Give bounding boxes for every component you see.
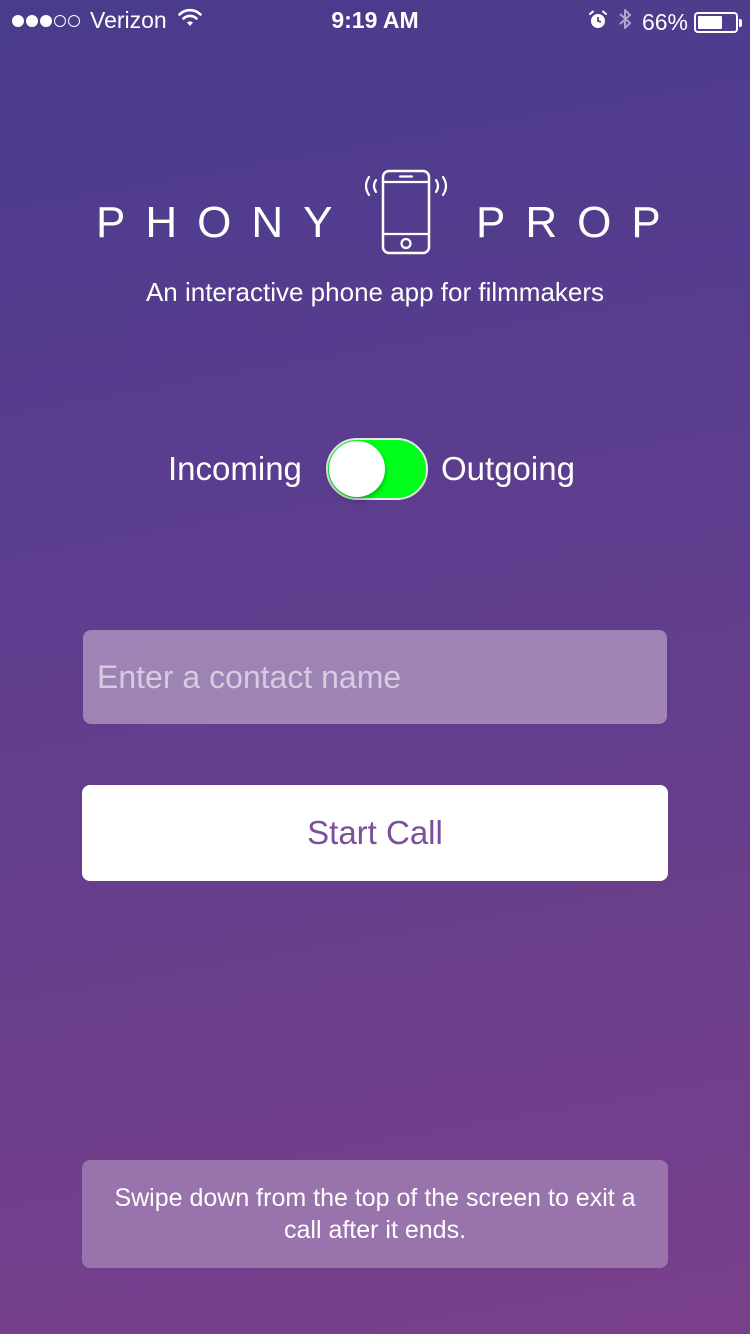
logo-text-left: PHONY [96, 198, 353, 247]
app-logo: PHONY PROP [0, 168, 750, 258]
call-direction-toggle-row: Incoming Outgoing [0, 436, 750, 500]
phone-vibrating-icon [360, 168, 452, 263]
battery-fill [698, 15, 722, 29]
contact-name-input[interactable] [83, 630, 667, 724]
logo-text-right: PROP [476, 198, 681, 247]
status-right: 66% [588, 7, 742, 37]
start-call-button[interactable]: Start Call [82, 785, 668, 881]
hint-text: Swipe down from the top of the screen to… [114, 1184, 636, 1244]
outgoing-label: Outgoing [441, 450, 575, 487]
exit-call-hint: Swipe down from the top of the screen to… [82, 1160, 668, 1268]
toggle-knob[interactable] [329, 441, 385, 497]
tagline: An interactive phone app for filmmakers [145, 277, 605, 307]
alarm-icon [588, 9, 608, 36]
status-bar: Verizon 9:19 AM 66% [0, 0, 750, 40]
battery-percent: 66% [641, 8, 688, 35]
incoming-label: Incoming [168, 450, 302, 487]
bluetooth-icon [618, 7, 632, 37]
call-direction-toggle[interactable] [326, 438, 428, 500]
battery-icon [694, 11, 742, 33]
battery-cap [739, 18, 742, 27]
